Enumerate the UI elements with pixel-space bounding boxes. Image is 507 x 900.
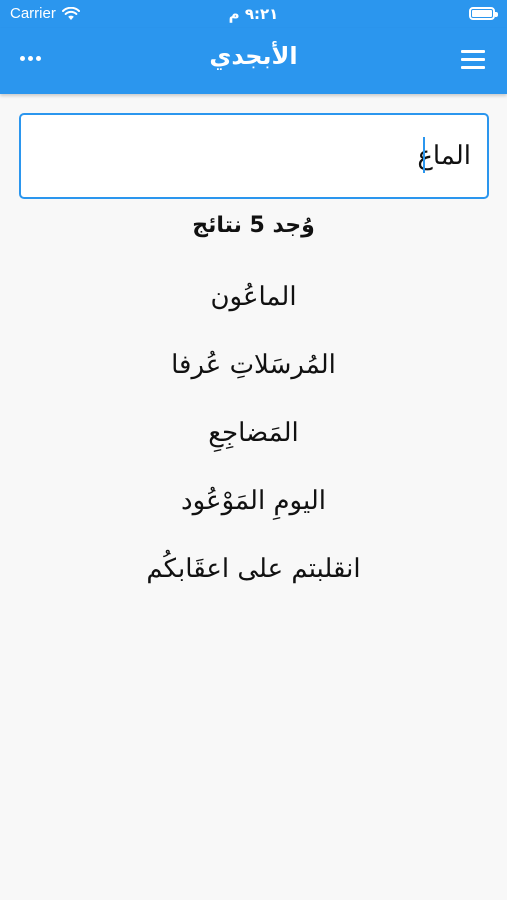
results-count: وُجد 5 نتائج xyxy=(192,213,315,238)
results-list: الماعُون المُرسَلاتِ عُرفا المَضاجِعِ ال… xyxy=(0,263,507,603)
search-field[interactable] xyxy=(19,113,489,199)
battery-icon xyxy=(469,7,498,20)
text-caret xyxy=(423,137,425,173)
result-item[interactable]: المَضاجِعِ xyxy=(0,399,507,467)
search-input[interactable] xyxy=(41,135,471,177)
result-item[interactable]: اليومِ المَوْعُود xyxy=(0,467,507,535)
status-bar: Carrier ٩:٢١ م xyxy=(0,0,507,28)
status-time: ٩:٢١ م xyxy=(228,5,279,23)
result-item[interactable]: المُرسَلاتِ عُرفا xyxy=(0,331,507,399)
navigation-bar: الأبجدي xyxy=(0,28,507,94)
result-item[interactable]: انقلبتم على اعقَابكُم xyxy=(0,535,507,603)
page-title: الأبجدي xyxy=(209,42,298,70)
hamburger-menu-icon[interactable] xyxy=(461,50,485,70)
result-item[interactable]: الماعُون xyxy=(0,263,507,331)
